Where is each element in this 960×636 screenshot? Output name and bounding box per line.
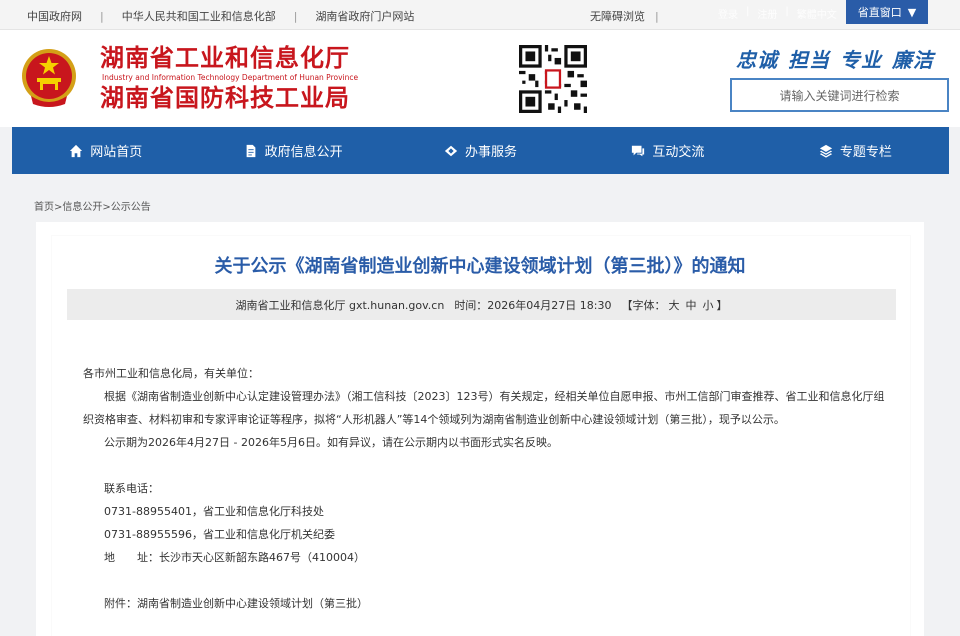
slogan-word: 专业	[840, 48, 882, 72]
province-window-button[interactable]: 省直窗口 ▼	[846, 0, 928, 24]
layers-icon	[819, 144, 832, 158]
chevron-down-icon: ▼	[907, 5, 917, 19]
page-title: 关于公示《湖南省制造业创新中心建设领域计划（第三批）》的通知	[214, 256, 746, 277]
top-bar: 中国政府网 | 中华人民共和国工业和信息化部 | 湖南省政府门户网站 无障碍浏览…	[0, 0, 960, 30]
nav-item-label: 政府信息公开	[264, 145, 343, 160]
search-placeholder: 请输入关键词进行检索	[779, 88, 900, 103]
divider: |	[100, 9, 104, 23]
breadcrumb[interactable]: 首页>信息公开>公示公告	[34, 198, 151, 213]
font-size-label: 【字体：	[621, 298, 666, 312]
contact-phone: 0731-88955401，省工业和信息化厅科技处	[104, 505, 324, 518]
nav-item-services[interactable]: 办事服务	[387, 141, 574, 160]
nav-item-label: 办事服务	[465, 145, 518, 160]
site-title-block[interactable]: 湖南省工业和信息化厅 Industry and Information Tech…	[100, 44, 358, 113]
article-meta: 湖南省工业和信息化厅 gxt.hunan.gov.cn 时间：2026年04月2…	[67, 289, 896, 320]
font-large-button[interactable]: 大	[669, 299, 680, 312]
site-title-secondary: 湖南省国防科技工业局	[100, 83, 350, 112]
contact-label: 联系电话：	[104, 482, 159, 495]
login-area: 登录 | 注册 | 繁體中文	[718, 6, 837, 21]
nav-item-gov-info[interactable]: 政府信息公开	[199, 141, 386, 160]
slogan-word: 忠诚	[736, 48, 778, 72]
font-medium-button[interactable]: 中	[686, 299, 697, 312]
contact-phone: 0731-88955596，省工业和信息化厅机关纪委	[104, 528, 335, 541]
link-gov-cn[interactable]: 中国政府网	[27, 8, 82, 24]
nav-item-interaction[interactable]: 互动交流	[574, 141, 761, 160]
qr-code-icon	[519, 45, 587, 113]
slogan-word: 廉洁	[892, 48, 934, 72]
handshake-icon	[444, 145, 458, 156]
search-input[interactable]: 请输入关键词进行检索	[730, 78, 949, 112]
font-size-switcher: 【字体：大中小】	[622, 297, 728, 313]
divider: |	[655, 9, 659, 23]
contact-address: 地 址：长沙市天心区新韶东路467号（410004）	[104, 551, 365, 564]
accessibility-link[interactable]: 无障碍浏览	[590, 8, 645, 24]
divider: |	[746, 6, 750, 17]
site-title-english: Industry and Information Technology Depa…	[102, 73, 359, 82]
attachment-link[interactable]: 附件：湖南省制造业创新中心建设领域计划（第三批）	[83, 592, 893, 615]
accessibility-area: 无障碍浏览 |	[590, 8, 659, 24]
article-source: 湖南省工业和信息化厅 gxt.hunan.gov.cn	[235, 298, 445, 312]
font-small-button[interactable]: 小	[703, 299, 714, 312]
paragraph: 根据《湖南省制造业创新中心认定建设管理办法》（湘工信科技〔2023〕123号）有…	[83, 390, 885, 426]
home-icon	[70, 144, 83, 157]
nav-item-topics[interactable]: 专题专栏	[762, 141, 949, 160]
divider: |	[785, 6, 789, 17]
main-nav: 网站首页 政府信息公开 办事服务 互动交流 专题专栏	[12, 127, 949, 174]
traditional-chinese-link[interactable]: 繁體中文	[797, 6, 837, 21]
document-icon	[246, 144, 255, 157]
nav-item-home[interactable]: 网站首页	[12, 141, 199, 160]
link-miit[interactable]: 中华人民共和国工业和信息化部	[122, 8, 276, 24]
province-window-label: 省直窗口	[857, 6, 902, 19]
register-link[interactable]: 注册	[757, 6, 777, 21]
slogan-word: 担当	[788, 48, 830, 72]
national-emblem-icon	[22, 49, 76, 107]
chat-icon	[632, 145, 645, 156]
divider: |	[293, 9, 298, 23]
login-link[interactable]: 登录	[718, 6, 738, 21]
salutation: 各市州工业和信息化局，有关单位：	[83, 367, 259, 380]
article-body: 各市州工业和信息化局，有关单位： 根据《湖南省制造业创新中心认定建设管理办法》（…	[83, 362, 893, 615]
paragraph: 公示期为2026年4月27日 - 2026年5月6日。如有异议，请在公示期内以书…	[104, 436, 558, 449]
slogan: 忠诚 担当 专业 廉洁	[736, 44, 934, 73]
link-hunan-portal[interactable]: 湖南省政府门户网站	[315, 8, 414, 24]
nav-item-label: 互动交流	[652, 145, 705, 160]
nav-item-label: 专题专栏	[839, 145, 892, 160]
font-size-close: 】	[716, 298, 728, 312]
site-header: 湖南省工业和信息化厅 Industry and Information Tech…	[0, 30, 960, 127]
article-time: 时间：2026年04月27日 18:30	[454, 298, 612, 312]
nav-item-label: 网站首页	[90, 145, 143, 160]
site-title-main: 湖南省工业和信息化厅	[100, 43, 350, 72]
top-links: 中国政府网 | 中华人民共和国工业和信息化部 | 湖南省政府门户网站	[27, 8, 414, 24]
